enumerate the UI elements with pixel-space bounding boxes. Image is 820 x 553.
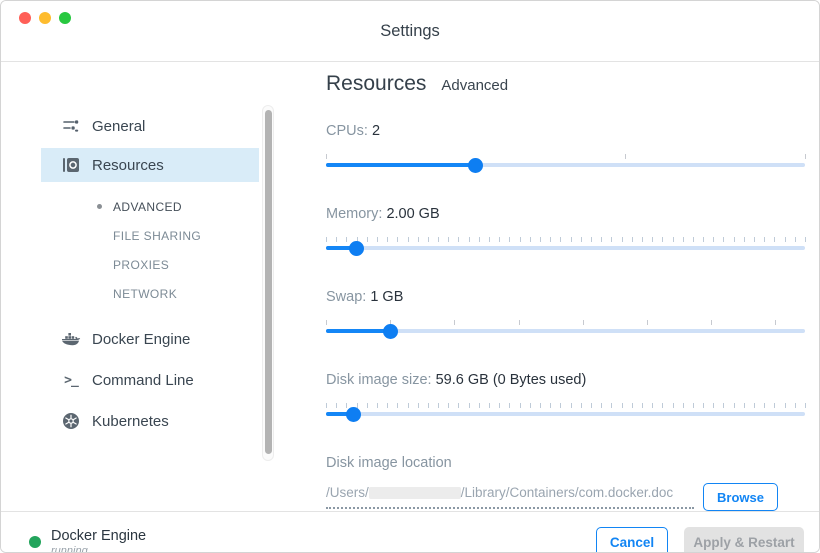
sidebar-subitem-label: FILE SHARING (113, 229, 201, 243)
sidebar-item-docker-engine[interactable]: Docker Engine (41, 322, 259, 356)
resources-panel: Resources Advanced CPUs: 2 Memory: 2.00 … (291, 62, 819, 511)
disk-location-setting: Disk image location /Users//Library/Cont… (326, 455, 805, 511)
sidebar-scrollbar[interactable] (262, 105, 274, 461)
memory-label: Memory: 2.00 GB (326, 206, 805, 222)
sidebar-item-resources[interactable]: Resources (41, 148, 259, 182)
disk-location-label: Disk image location (326, 455, 805, 471)
sidebar-subitem-file-sharing[interactable]: FILE SHARING (41, 221, 259, 250)
whale-icon (61, 329, 81, 349)
window-title: Settings (1, 22, 819, 41)
sidebar-subitem-label: ADVANCED (113, 200, 182, 214)
slider-thumb[interactable] (346, 407, 361, 422)
footer: Docker Engine running Cancel Apply & Res… (1, 511, 819, 553)
redacted-username (369, 487, 461, 499)
disk-size-slider[interactable] (326, 401, 805, 423)
sidebar-subitem-proxies[interactable]: PROXIES (41, 250, 259, 279)
disk-size-setting: Disk image size: 59.6 GB (0 Bytes used) (326, 372, 805, 423)
sidebar-item-command-line[interactable]: >_ Command Line (41, 363, 259, 397)
memory-slider[interactable] (326, 235, 805, 257)
sidebar-item-label: Resources (92, 157, 164, 174)
cancel-button[interactable]: Cancel (596, 527, 668, 553)
sidebar-subitem-label: NETWORK (113, 287, 177, 301)
status-state: running (51, 545, 146, 553)
sidebar-item-label: Docker Engine (92, 331, 190, 348)
browse-button[interactable]: Browse (703, 483, 778, 511)
swap-label: Swap: 1 GB (326, 289, 805, 305)
sidebar-item-label: Command Line (92, 372, 194, 389)
swap-setting: Swap: 1 GB (326, 289, 805, 340)
sidebar-subitem-label: PROXIES (113, 258, 169, 272)
kubernetes-icon (61, 411, 81, 431)
active-bullet-icon (97, 204, 102, 209)
status-name: Docker Engine (51, 528, 146, 545)
sidebar: General Resources ADVANCED FILE (1, 62, 291, 511)
terminal-icon: >_ (61, 370, 81, 390)
titlebar: Settings (1, 1, 819, 62)
disk-size-label: Disk image size: 59.6 GB (0 Bytes used) (326, 372, 805, 388)
sidebar-item-kubernetes[interactable]: Kubernetes (41, 404, 259, 438)
page-subtitle: Advanced (441, 77, 508, 94)
settings-window: Settings General (0, 0, 820, 553)
scrollbar-thumb[interactable] (265, 110, 272, 454)
sidebar-subitem-advanced[interactable]: ADVANCED (41, 192, 259, 221)
cpu-label: CPUs: 2 (326, 123, 805, 139)
sidebar-subitem-network[interactable]: NETWORK (41, 279, 259, 308)
resources-icon (61, 155, 81, 175)
sidebar-item-label: Kubernetes (92, 413, 169, 430)
cpu-setting: CPUs: 2 (326, 123, 805, 174)
memory-setting: Memory: 2.00 GB (326, 206, 805, 257)
sliders-icon (61, 116, 81, 136)
apply-restart-button[interactable]: Apply & Restart (684, 527, 804, 553)
engine-status: Docker Engine running (29, 528, 146, 553)
sidebar-item-label: General (92, 118, 145, 135)
disk-location-input[interactable]: /Users//Library/Containers/com.docker.do… (326, 485, 694, 509)
status-dot-icon (29, 536, 41, 548)
slider-thumb[interactable] (383, 324, 398, 339)
cpu-slider[interactable] (326, 152, 805, 174)
page-title: Resources (326, 72, 426, 96)
slider-thumb[interactable] (349, 241, 364, 256)
swap-slider[interactable] (326, 318, 805, 340)
slider-thumb[interactable] (468, 158, 483, 173)
sidebar-item-general[interactable]: General (41, 109, 259, 143)
